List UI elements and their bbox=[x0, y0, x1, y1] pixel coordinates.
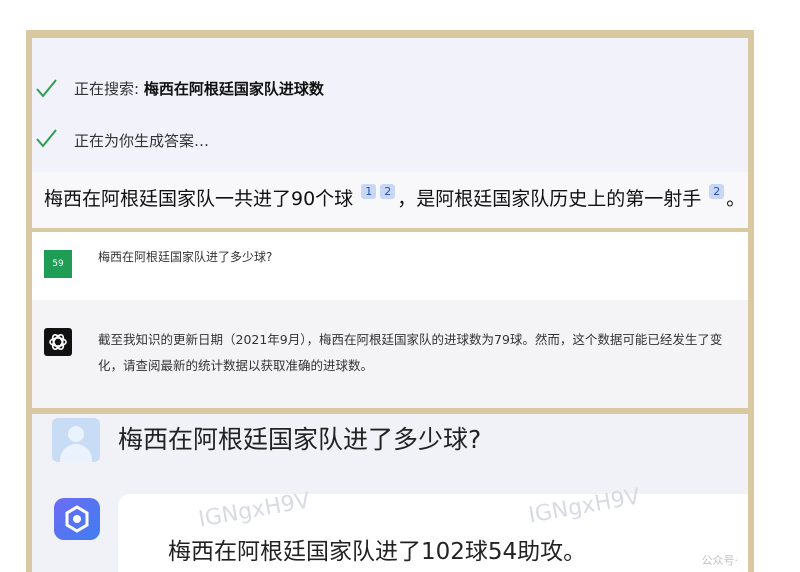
search-status-prefix: 正在搜索: bbox=[74, 80, 144, 98]
bing-answer: 梅西在阿根廷国家队一共进了90个球 1 2 ，是阿根廷国家队历史上的第一射手 2。 bbox=[32, 172, 748, 228]
ai-assistant-logo-icon bbox=[54, 498, 100, 540]
user-avatar-icon bbox=[52, 418, 100, 462]
search-status: 正在搜索: 梅西在阿根廷国家队进球数 bbox=[74, 78, 324, 99]
baidu-panel: 梅西在阿根廷国家队进了多少球? IGNgxH9V IGNgxH9V 梅西在阿根廷… bbox=[32, 414, 748, 572]
check-icon bbox=[36, 129, 57, 148]
citation-link[interactable]: 2 bbox=[380, 184, 396, 199]
user-avatar: 59 bbox=[44, 250, 72, 278]
citation-link[interactable]: 1 bbox=[361, 184, 377, 199]
watermark: IGNgxH9V bbox=[526, 484, 642, 529]
user-question: 梅西在阿根廷国家队进了多少球? bbox=[118, 425, 482, 454]
generating-status: 正在为你生成答案… bbox=[74, 132, 210, 150]
bing-panel: 正在搜索: 梅西在阿根廷国家队进球数 正在为你生成答案… 梅西在阿根廷国家队一共… bbox=[32, 38, 748, 228]
assistant-message-row: 截至我知识的更新日期（2021年9月），梅西在阿根廷国家队的进球数为79球。然而… bbox=[32, 300, 748, 408]
screenshot-frame: 正在搜索: 梅西在阿根廷国家队进球数 正在为你生成答案… 梅西在阿根廷国家队一共… bbox=[26, 30, 754, 572]
answer-part-2: ，是阿根廷国家队历史上的第一射手 bbox=[397, 188, 702, 210]
check-icon bbox=[36, 79, 57, 98]
answer-text: 梅西在阿根廷国家队进了102球54助攻。 bbox=[168, 539, 587, 565]
bing-answer-text: 梅西在阿根廷国家队一共进了90个球 1 2 ，是阿根廷国家队历史上的第一射手 2。 bbox=[44, 184, 745, 211]
user-question: 梅西在阿根廷国家队进了多少球? bbox=[98, 250, 273, 264]
watermark: IGNgxH9V bbox=[196, 488, 312, 533]
citation-link[interactable]: 2 bbox=[709, 184, 725, 199]
ghost-text: 公众号· bbox=[701, 554, 739, 567]
answer-card: IGNgxH9V IGNgxH9V 梅西在阿根廷国家队进了102球54助攻。 公… bbox=[118, 484, 748, 572]
answer-part-1: 梅西在阿根廷国家队一共进了90个球 bbox=[44, 188, 354, 210]
openai-logo-icon bbox=[44, 328, 72, 356]
user-message-row: 59 梅西在阿根廷国家队进了多少球? bbox=[32, 232, 748, 300]
search-query: 梅西在阿根廷国家队进球数 bbox=[143, 80, 324, 98]
answer-end: 。 bbox=[726, 188, 746, 210]
assistant-reply: 截至我知识的更新日期（2021年9月），梅西在阿根廷国家队的进球数为79球。然而… bbox=[98, 332, 723, 373]
chatgpt-panel: 59 梅西在阿根廷国家队进了多少球? 截至我知识的更新日期（2021年9月），梅… bbox=[32, 232, 748, 408]
